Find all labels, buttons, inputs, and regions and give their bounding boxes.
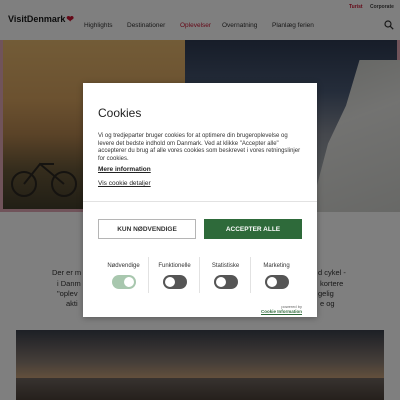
more-information-link[interactable]: Mere information	[98, 166, 151, 173]
toggle-group-necessary: Nødvendige	[98, 251, 149, 299]
only-necessary-button[interactable]: KUN NØDVENDIGE	[98, 219, 196, 239]
cookie-description: Vi og tredjeparter bruger cookies for at…	[98, 133, 301, 162]
powered-by: powered by Cookie Information	[261, 304, 302, 314]
statistics-toggle[interactable]	[214, 275, 238, 289]
toggle-group-marketing: Marketing	[251, 251, 302, 299]
necessary-toggle	[112, 275, 136, 289]
toggle-group-functional: Funktionelle	[149, 251, 200, 299]
toggle-label-necessary: Nødvendige	[107, 263, 140, 269]
cookie-information-link[interactable]: Cookie Information	[261, 309, 302, 314]
marketing-toggle[interactable]	[265, 275, 289, 289]
toggle-group-statistics: Statistiske	[200, 251, 251, 299]
divider	[83, 201, 317, 202]
toggle-label-functional: Funktionelle	[158, 263, 191, 269]
toggle-label-statistics: Statistiske	[211, 263, 240, 269]
show-cookie-details-link[interactable]: Vis cookie detaljer	[98, 180, 151, 187]
toggle-knob	[165, 277, 175, 287]
accept-all-button[interactable]: ACCEPTER ALLE	[204, 219, 302, 239]
toggle-knob	[267, 277, 277, 287]
toggle-knob	[124, 277, 134, 287]
toggle-knob	[216, 277, 226, 287]
cookie-consent-dialog: Cookies Vi og tredjeparter bruger cookie…	[83, 83, 317, 317]
cookie-category-toggles: Nødvendige Funktionelle Statistiske Mark…	[98, 251, 302, 299]
functional-toggle[interactable]	[163, 275, 187, 289]
toggle-label-marketing: Marketing	[263, 263, 290, 269]
cookie-title: Cookies	[98, 106, 142, 120]
